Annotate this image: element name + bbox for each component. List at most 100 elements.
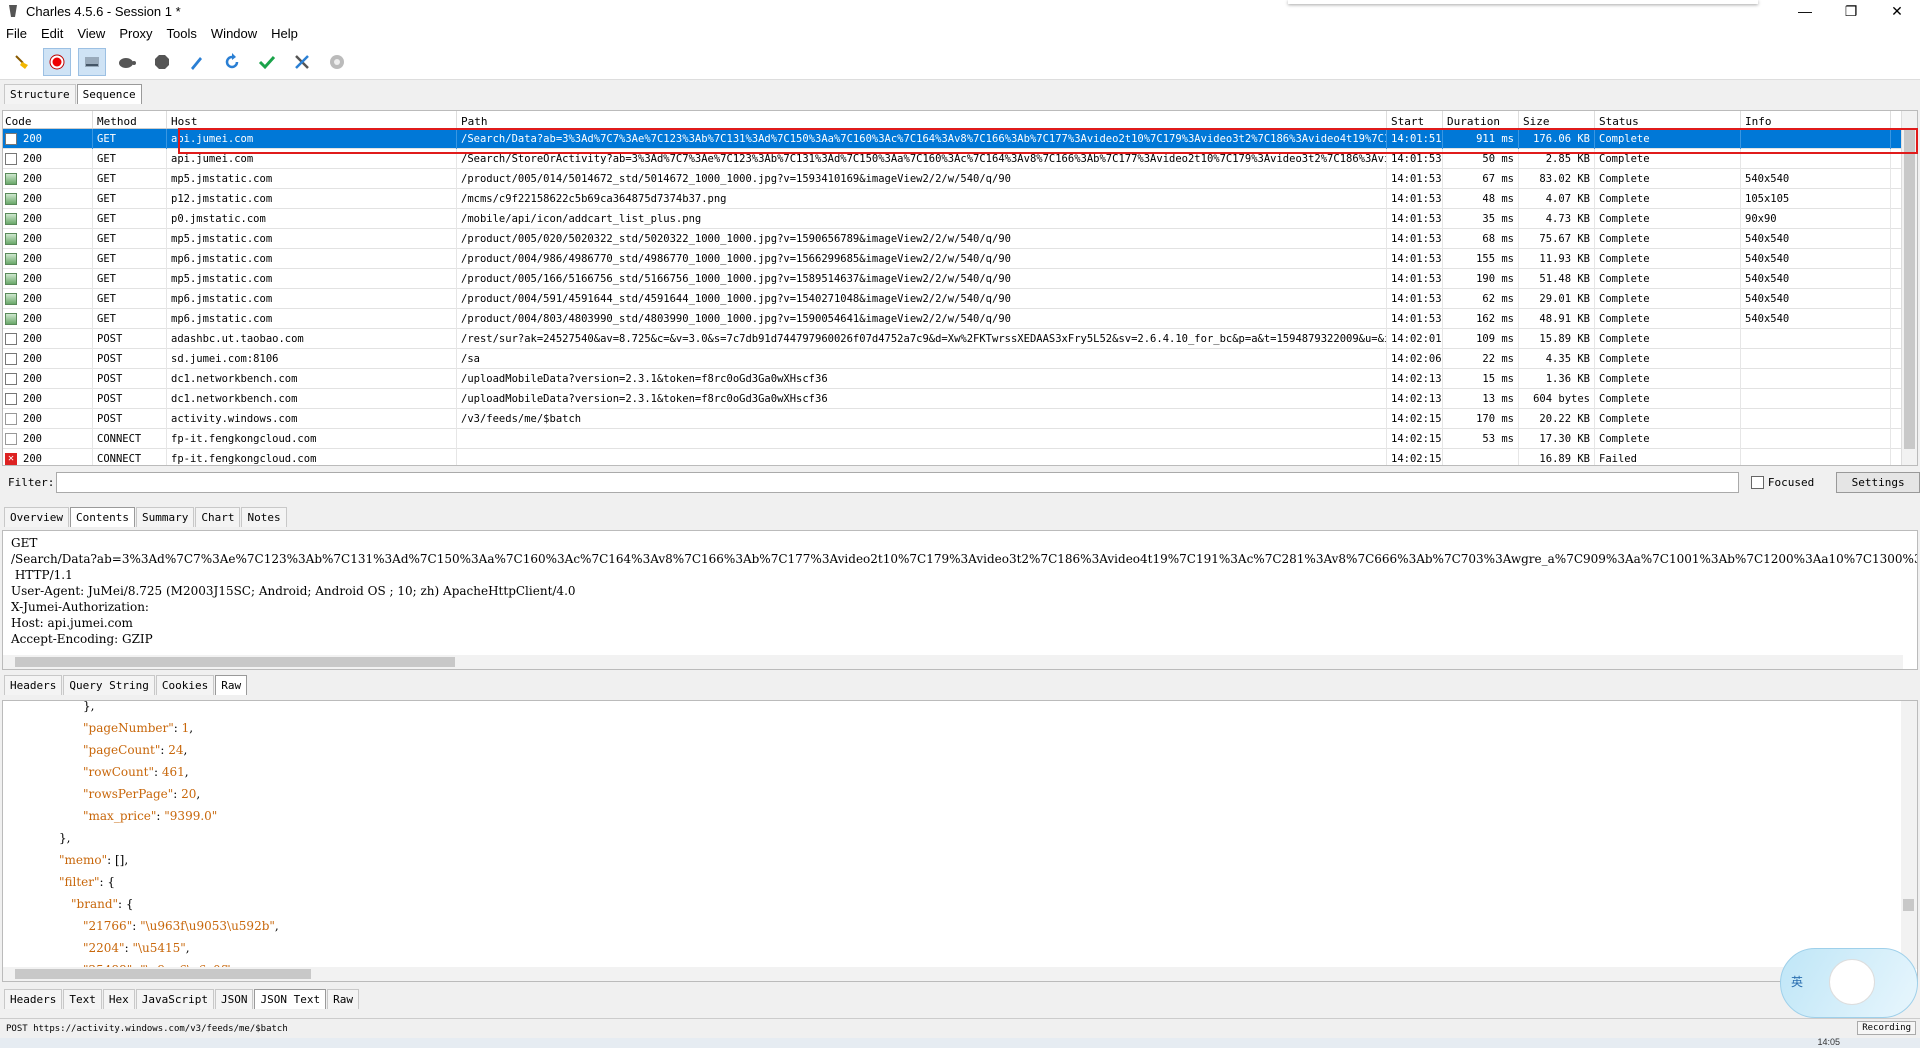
status-code: 200 [23,332,42,345]
menu-file[interactable]: File [6,26,27,41]
tab-javascript[interactable]: JavaScript [135,989,214,1009]
json-line: "brand": { [11,893,279,915]
request-pane: GET /Search/Data?ab=3%3Ad%7C7%3Ae%7C123%… [2,530,1918,670]
tab-raw[interactable]: Raw [215,675,248,695]
tab-query-string[interactable]: Query String [63,675,155,695]
table-row[interactable]: 200 POST sd.jumei.com:8106/sa 14:02:06 22 ms… [3,348,1917,369]
table-row[interactable]: ✕ 200 CONNECT fp-it.fengkongcloud.com 14:02:… [3,448,1917,465]
compose-icon[interactable] [183,48,211,76]
maximize-button[interactable]: ❐ [1828,0,1874,22]
table-row[interactable]: 200 POST dc1.networkbench.com/uploadMobile… [3,368,1917,389]
image-icon [5,252,17,265]
cell-start: 14:01:53 [1387,208,1443,229]
column-info[interactable]: Info [1741,111,1891,128]
table-row[interactable]: 200 POST activity.windows.com/v3/feeds/me/… [3,408,1917,429]
json-value: : 1, [173,721,194,735]
cell-method: GET [93,168,167,189]
column-start[interactable]: Start [1387,111,1443,128]
close-button[interactable]: ✕ [1874,0,1920,22]
record-icon[interactable] [43,47,71,76]
tab-headers[interactable]: Headers [4,675,63,695]
settings-icon[interactable] [323,48,351,76]
menu-edit[interactable]: Edit [41,26,63,41]
table-row[interactable]: 200 GET api.jumei.com/Search/Data?ab=3%3Ad… [3,128,1917,149]
scrollbar-thumb[interactable] [15,657,455,667]
tab-json[interactable]: JSON [214,989,254,1009]
tab-json-text[interactable]: JSON Text [254,989,327,1009]
menu-window[interactable]: Window [211,26,257,41]
menu-proxy[interactable]: Proxy [119,26,152,41]
table-row[interactable]: 200 GET mp5.jmstatic.com/product/005/014/5… [3,168,1917,189]
document-icon [5,332,17,345]
column-size[interactable]: Size [1519,111,1595,128]
table-row[interactable]: 200 CONNECT fp-it.fengkongcloud.com 14:02:1… [3,428,1917,449]
json-key: "brand" [71,897,119,911]
response-vscrollbar[interactable] [1901,701,1917,969]
focused-checkbox[interactable] [1750,475,1764,489]
cell-method: POST [93,348,167,369]
validate-icon[interactable] [253,48,281,76]
tab-summary[interactable]: Summary [135,507,195,527]
table-row[interactable]: 200 GET mp6.jmstatic.com/product/004/803/4… [3,308,1917,329]
column-code[interactable]: Code [3,111,93,128]
menu-view[interactable]: View [77,26,105,41]
tab-cookies[interactable]: Cookies [155,675,215,695]
response-pane: }, "pageNumber": 1, "pageCount": 24, "rowCo… [2,700,1918,982]
tab-overview[interactable]: Overview [4,507,69,527]
column-path[interactable]: Path [457,111,1387,128]
table-row[interactable]: 200 GET mp6.jmstatic.com/product/004/591/4… [3,288,1917,309]
tab-sequence[interactable]: Sequence [76,84,142,104]
settings-button[interactable]: Settings [1836,471,1920,493]
column-duration[interactable]: Duration [1443,111,1519,128]
tools-icon[interactable] [288,48,316,76]
response-hscrollbar[interactable] [3,967,1903,981]
tab-chart[interactable]: Chart [195,507,241,527]
recording-indicator[interactable]: Recording [1857,1021,1916,1035]
input-method-widget[interactable]: 英 [1780,948,1918,1018]
table-row[interactable]: 200 POST dc1.networkbench.com/uploadMobile… [3,388,1917,409]
table-row[interactable]: 200 GET mp6.jmstatic.com/product/004/986/4… [3,248,1917,269]
table-row[interactable]: 200 GET p0.jmstatic.com/mobile/api/icon/ad… [3,208,1917,229]
cell-status: Complete [1595,168,1741,189]
filter-input[interactable] [55,471,1739,493]
minimize-button[interactable]: — [1782,0,1828,22]
table-row[interactable]: 200 GET p12.jmstatic.com/mcms/c9f22158622c… [3,188,1917,209]
tab-headers[interactable]: Headers [4,989,63,1009]
request-hscrollbar[interactable] [3,655,1903,669]
tab-raw[interactable]: Raw [327,989,359,1009]
detail-tabs: Overview Contents Summary Chart Notes [4,507,288,527]
turtle-icon[interactable] [113,48,141,76]
cell-size: 83.02 KB [1519,168,1595,189]
table-row[interactable]: 200 GET mp5.jmstatic.com/product/005/020/5… [3,228,1917,249]
column-status[interactable]: Status [1595,111,1741,128]
table-row[interactable]: 200 GET mp5.jmstatic.com/product/005/166/5… [3,268,1917,289]
cell-method: GET [93,128,167,149]
tab-hex[interactable]: Hex [102,989,135,1009]
document-icon [5,392,17,405]
scrollbar-thumb[interactable] [15,969,311,979]
tab-notes[interactable]: Notes [241,507,287,527]
scrollbar-thumb[interactable] [1904,129,1915,449]
broom-icon[interactable] [8,48,36,76]
repeat-icon[interactable] [218,48,246,76]
table-row[interactable]: 200 GET api.jumei.com/Search/StoreOrActivi… [3,148,1917,169]
column-host[interactable]: Host [167,111,457,128]
table-row[interactable]: 200 POST adashbc.ut.taobao.com/rest/sur?ak… [3,328,1917,349]
column-method[interactable]: Method [93,111,167,128]
document-icon [5,372,17,385]
menu-tools[interactable]: Tools [167,26,197,41]
status-code: 200 [23,352,42,365]
tab-text[interactable]: Text [63,989,102,1009]
cell-code: 200 [3,288,93,309]
cell-code: ✕ 200 [3,448,93,465]
cell-size: 16.89 KB [1519,448,1595,465]
cell-path: /uploadMobileData?version=2.3.1&token=f8… [457,368,1387,389]
scrollbar-thumb[interactable] [1903,899,1914,911]
table-scrollbar[interactable] [1901,111,1917,465]
tab-contents[interactable]: Contents [69,507,135,527]
throttle-icon[interactable] [78,47,106,76]
breakpoint-icon[interactable] [148,48,176,76]
tab-structure[interactable]: Structure [4,84,76,104]
menu-help[interactable]: Help [271,26,298,41]
cell-duration: 13 ms [1443,388,1519,409]
